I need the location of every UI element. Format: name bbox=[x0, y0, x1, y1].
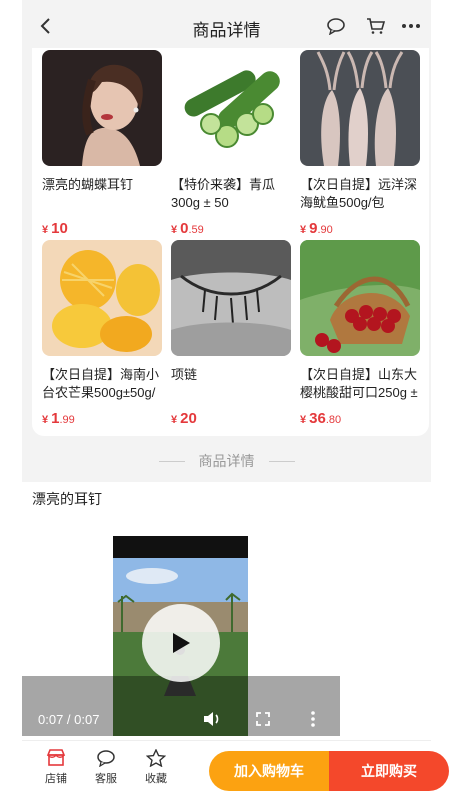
product-price: ¥1.99 bbox=[42, 410, 75, 427]
product-image-earrings bbox=[42, 50, 162, 166]
shop-icon bbox=[46, 749, 66, 766]
bottom-action-bar: 店铺 客服 收藏 加入购物车 立即购买 bbox=[22, 740, 449, 800]
product-item[interactable]: 【次日自提】海南小台农芒果500g±50g/ ¥1.99 bbox=[42, 240, 162, 428]
divider-line bbox=[158, 460, 185, 462]
tab-favorite-label: 收藏 bbox=[145, 773, 167, 785]
fullscreen-icon[interactable] bbox=[256, 712, 272, 728]
customer-service-icon bbox=[97, 750, 115, 767]
product-image-cucumber bbox=[171, 50, 291, 166]
more-dots-icon[interactable] bbox=[399, 14, 423, 38]
product-image-mango bbox=[42, 240, 162, 356]
add-to-cart-button[interactable]: 加入购物车 bbox=[209, 751, 329, 791]
product-name: 【次日自提】山东大樱桃酸甜可口250g ± bbox=[300, 367, 418, 400]
product-image-squid bbox=[300, 50, 420, 166]
product-price: ¥10 bbox=[42, 220, 68, 237]
volume-icon[interactable] bbox=[202, 710, 222, 730]
product-name: 项链 bbox=[171, 367, 198, 382]
product-item[interactable]: 项链 ¥20 bbox=[171, 240, 291, 428]
product-item[interactable]: 【特价来袭】青瓜300g ± 50 ¥0.59 bbox=[171, 50, 291, 238]
divider-line bbox=[268, 460, 295, 462]
divider-label: 商品详情 bbox=[198, 453, 255, 469]
play-button[interactable] bbox=[142, 604, 220, 682]
buy-now-button[interactable]: 立即购买 bbox=[329, 751, 449, 791]
chat-bubble-icon[interactable] bbox=[324, 14, 348, 38]
shopping-cart-icon[interactable] bbox=[364, 14, 388, 38]
product-item[interactable]: 漂亮的蝴蝶耳钉 ¥10 bbox=[42, 50, 162, 238]
section-divider: 商品详情 bbox=[22, 446, 431, 476]
product-name: 漂亮的蝴蝶耳钉 bbox=[42, 177, 134, 192]
product-name: 【次日自提】远洋深海鱿鱼500g/包 bbox=[300, 177, 418, 210]
product-price: ¥0.59 bbox=[171, 220, 204, 237]
product-image-cherries bbox=[300, 240, 420, 356]
video-time: 0:07 / 0:07 bbox=[38, 712, 100, 727]
tab-customer-service-label: 客服 bbox=[95, 773, 117, 785]
star-icon bbox=[146, 749, 166, 767]
product-price: ¥36.80 bbox=[300, 410, 342, 427]
product-image-necklace bbox=[171, 240, 291, 356]
product-item[interactable]: 【次日自提】山东大樱桃酸甜可口250g ± ¥36.80 bbox=[300, 240, 420, 428]
product-detail-section: 漂亮的耳钉 0:07 / 0:07 bbox=[22, 482, 431, 740]
vertical-dots-icon[interactable] bbox=[310, 710, 318, 730]
product-item[interactable]: 【次日自提】远洋深海鱿鱼500g/包 ¥9.90 bbox=[300, 50, 420, 238]
product-price: ¥9.90 bbox=[300, 220, 333, 237]
play-icon bbox=[173, 633, 190, 653]
top-nav-bar: 商品详情 bbox=[22, 0, 431, 52]
detail-title: 漂亮的耳钉 bbox=[32, 491, 102, 507]
product-price: ¥20 bbox=[171, 410, 197, 427]
recommended-products-card: 漂亮的蝴蝶耳钉 ¥10 【特价来袭】青瓜300g ± 50 ¥0.59 【次日自… bbox=[32, 48, 429, 436]
product-name: 【特价来袭】青瓜300g ± 50 bbox=[171, 177, 276, 210]
tab-shop-label: 店铺 bbox=[45, 773, 67, 785]
product-name: 【次日自提】海南小台农芒果500g±50g/ bbox=[42, 367, 160, 400]
tab-shop[interactable]: 店铺 bbox=[36, 749, 76, 786]
tab-customer-service[interactable]: 客服 bbox=[86, 749, 126, 786]
video-player[interactable]: 0:07 / 0:07 bbox=[22, 536, 340, 736]
tab-favorite[interactable]: 收藏 bbox=[136, 749, 176, 786]
